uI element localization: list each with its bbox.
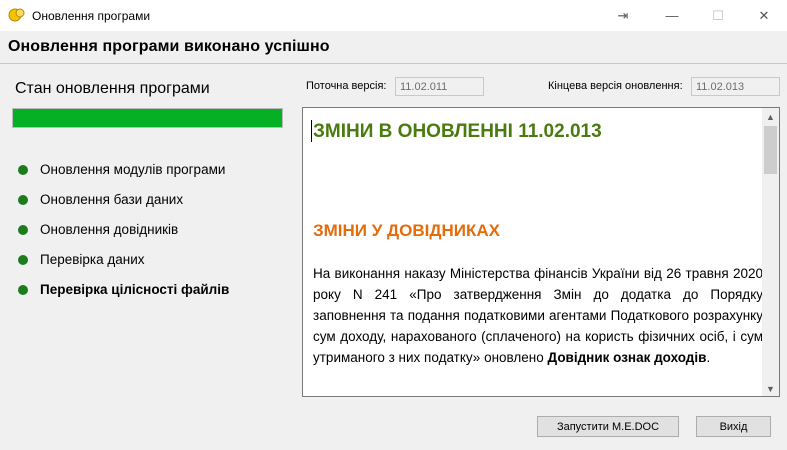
scroll-up-icon[interactable]: ▲ <box>762 108 779 125</box>
header-divider <box>0 63 787 64</box>
step-status-icon <box>18 224 28 235</box>
maximize-button[interactable]: ☐ <box>695 0 741 31</box>
app-icon <box>8 8 25 22</box>
exit-button[interactable]: Вихід <box>696 416 771 437</box>
close-button[interactable]: ✕ <box>741 0 787 31</box>
launch-medoc-button[interactable]: Запустити M.E.DOC <box>537 416 679 437</box>
window-title: Оновлення програми <box>32 9 151 23</box>
step-item: Перевірка даних <box>18 252 145 267</box>
changes-document[interactable]: ЗМІНИ В ОНОВЛЕННІ 11.02.013 ЗМІНИ У ДОВІ… <box>302 107 780 397</box>
progress-bar <box>12 108 283 128</box>
status-title: Стан оновлення програми <box>15 80 210 97</box>
scroll-down-icon[interactable]: ▼ <box>762 380 779 397</box>
step-status-icon <box>18 194 28 205</box>
current-version-label: Поточна версія: <box>306 80 387 92</box>
restore-session-icon[interactable]: ⇥ <box>600 0 646 31</box>
document-title: ЗМІНИ В ОНОВЛЕННІ 11.02.013 <box>313 121 602 142</box>
step-status-icon <box>18 164 28 175</box>
step-status-icon <box>18 254 28 265</box>
scroll-thumb[interactable] <box>764 126 777 174</box>
paragraph-end: . <box>706 350 711 365</box>
minimize-button[interactable]: — <box>649 0 695 31</box>
step-item: Оновлення модулів програми <box>18 162 225 177</box>
step-label: Перевірка цілісності файлів <box>40 282 230 297</box>
step-label: Оновлення модулів програми <box>40 162 226 177</box>
step-status-icon <box>18 284 28 295</box>
step-label: Перевірка даних <box>40 252 145 267</box>
text-caret <box>311 120 312 142</box>
document-section-heading: ЗМІНИ У ДОВІДНИКАХ <box>313 221 500 240</box>
document-paragraph: На виконання наказу Міністерства фінансі… <box>313 263 763 368</box>
step-item-current: Перевірка цілісності файлів <box>18 282 229 297</box>
final-version-field: 11.02.013 <box>691 77 780 96</box>
update-result-heading: Оновлення програми виконано успішно <box>8 38 330 55</box>
step-item: Оновлення бази даних <box>18 192 183 207</box>
current-version-field: 11.02.011 <box>395 77 484 96</box>
progress-fill <box>13 109 282 127</box>
step-label: Оновлення довідників <box>40 222 179 237</box>
paragraph-bold-text: Довідник ознак доходів <box>547 350 707 365</box>
final-version-label: Кінцева версія оновлення: <box>548 80 683 92</box>
step-label: Оновлення бази даних <box>40 192 184 207</box>
step-item: Оновлення довідників <box>18 222 178 237</box>
